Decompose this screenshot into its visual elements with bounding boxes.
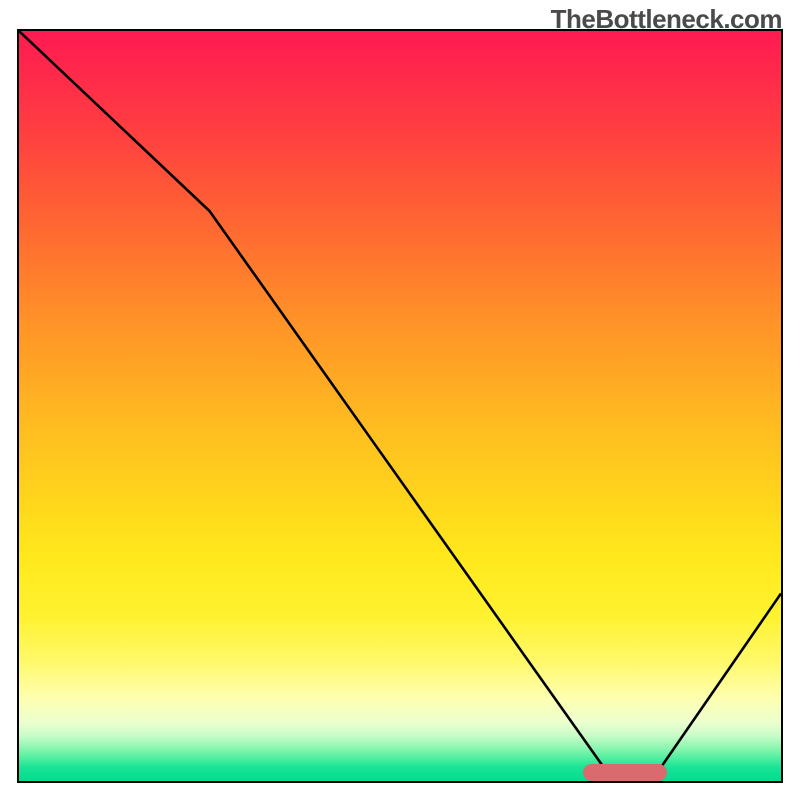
optimal-range-marker	[583, 764, 667, 781]
line-curve	[19, 31, 781, 781]
chart-area	[17, 29, 783, 783]
